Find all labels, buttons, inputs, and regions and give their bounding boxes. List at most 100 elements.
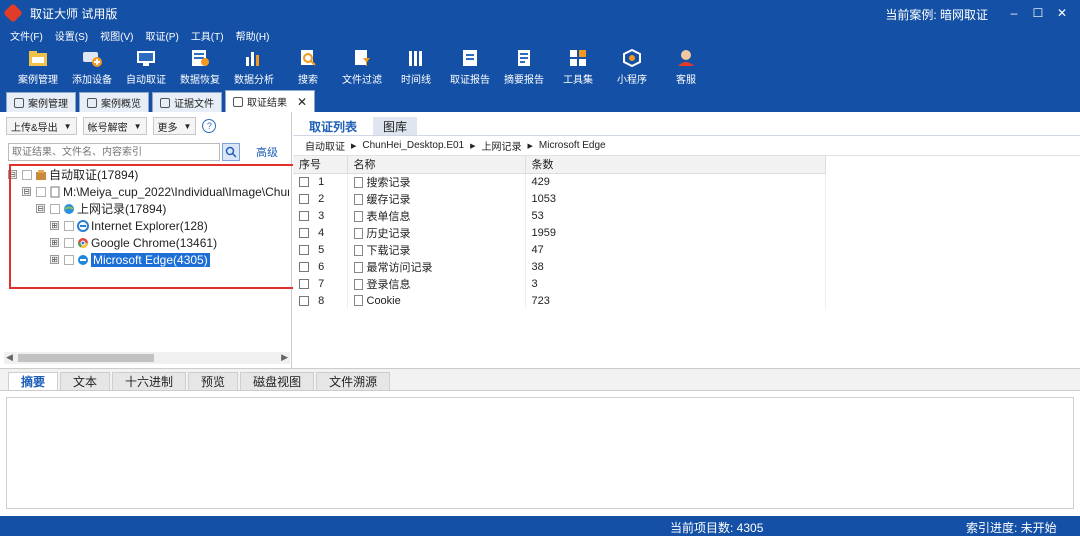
- tab-summary[interactable]: 摘要: [8, 372, 59, 390]
- table-row[interactable]: 7 登录信息 3: [293, 275, 826, 292]
- row-checkbox[interactable]: [299, 210, 309, 221]
- account-decrypt-dropdown[interactable]: 帐号解密 ▼: [82, 117, 147, 135]
- menu-view[interactable]: 视图(V): [100, 28, 133, 43]
- toolbar-file-filter-button[interactable]: 文件过滤: [336, 44, 388, 90]
- scroll-thumb[interactable]: [18, 354, 154, 362]
- column-header-index[interactable]: 序号: [293, 156, 348, 174]
- scroll-left-icon[interactable]: ◀: [6, 352, 13, 363]
- breadcrumb-arrow-icon: ▶: [527, 142, 533, 150]
- search-icon: [298, 48, 318, 68]
- status-item-count: 当前项目数: 4305: [670, 521, 764, 535]
- upload-export-dropdown[interactable]: 上传&导出 ▼: [6, 117, 77, 135]
- table-row[interactable]: 1 搜索记录 429: [293, 173, 826, 190]
- row-checkbox[interactable]: [299, 193, 309, 204]
- folder-icon: [28, 48, 48, 68]
- breadcrumb-item[interactable]: 上网记录: [482, 138, 522, 153]
- row-checkbox[interactable]: [299, 295, 309, 306]
- toolset-icon: [568, 48, 588, 68]
- column-header-name[interactable]: 名称: [347, 156, 526, 174]
- table-row[interactable]: 3 表单信息 53: [293, 207, 826, 224]
- breadcrumb-item[interactable]: 自动取证: [305, 138, 345, 153]
- menu-file[interactable]: 文件(F): [10, 28, 43, 43]
- window-controls: ‒ ☐ ✕: [1002, 3, 1074, 23]
- case-icon: [14, 97, 24, 108]
- table-row[interactable]: 4 历史记录 1959: [293, 224, 826, 241]
- menu-tools[interactable]: 工具(T): [191, 28, 224, 43]
- tab-preview[interactable]: 预览: [188, 372, 239, 390]
- table-row[interactable]: 6 最常访问记录 38: [293, 258, 826, 275]
- row-checkbox[interactable]: [299, 278, 309, 289]
- menu-bar: 文件(F) 设置(S) 视图(V) 取证(P) 工具(T) 帮助(H): [0, 26, 1080, 44]
- toolbar-summary-report-button[interactable]: 摘要报告: [498, 44, 550, 90]
- chevron-down-icon: ▼: [183, 121, 192, 131]
- detail-content: [6, 397, 1074, 509]
- breadcrumb-item[interactable]: Microsoft Edge: [539, 140, 606, 151]
- data-analysis-icon: [244, 48, 264, 68]
- table-row[interactable]: 8 Cookie 723: [293, 292, 826, 309]
- results-table: 序号 名称 条数 1 搜索记录 429 2 缓存记录 1053 3 表单信息 53 4 历史记…: [293, 156, 826, 309]
- tab-evidence-files[interactable]: 证据文件: [152, 92, 222, 112]
- results-icon: [233, 96, 243, 107]
- table-row[interactable]: 5 下载记录 47: [293, 241, 826, 258]
- toolbar-timeline-button[interactable]: 时间线: [390, 44, 442, 90]
- document-icon: [353, 177, 363, 189]
- search-input[interactable]: [8, 143, 220, 161]
- document-icon: [353, 194, 363, 206]
- document-icon: [353, 245, 363, 257]
- close-button[interactable]: ✕: [1050, 3, 1074, 23]
- tab-text[interactable]: 文本: [60, 372, 111, 390]
- row-checkbox[interactable]: [299, 227, 309, 238]
- right-panel: 取证列表 图库 自动取证 ▶ ChunHei_Desktop.E01 ▶ 上网记…: [293, 112, 1080, 368]
- more-dropdown[interactable]: 更多 ▼: [152, 117, 197, 135]
- tab-forensics-results[interactable]: 取证结果 ✕: [225, 90, 316, 112]
- row-checkbox[interactable]: [299, 261, 309, 272]
- toolbar-data-recovery-button[interactable]: 数据恢复: [174, 44, 226, 90]
- help-icon[interactable]: ?: [202, 119, 217, 133]
- menu-forensics[interactable]: 取证(P): [145, 28, 178, 43]
- toolbar-customer-service-button[interactable]: 客服: [660, 44, 712, 90]
- toolbar-add-device-button[interactable]: 添加设备: [66, 44, 118, 90]
- menu-settings[interactable]: 设置(S): [55, 28, 88, 43]
- toolbar-case-management-button[interactable]: 案例管理: [12, 44, 64, 90]
- tab-hex[interactable]: 十六进制: [112, 372, 187, 390]
- title-bar: 取证大师 试用版 当前案例: 暗网取证 ‒ ☐ ✕: [0, 0, 1080, 26]
- breadcrumb-item[interactable]: ChunHei_Desktop.E01: [362, 140, 464, 151]
- tab-case-overview[interactable]: 案例概览: [79, 92, 149, 112]
- table-row[interactable]: 2 缓存记录 1053: [293, 190, 826, 207]
- toolbar-miniapp-button[interactable]: 小程序: [606, 44, 658, 90]
- chevron-down-icon: ▼: [133, 121, 142, 131]
- document-icon: [353, 279, 363, 291]
- search-button[interactable]: [222, 143, 240, 161]
- tab-case-management[interactable]: 案例管理: [6, 92, 76, 112]
- search-icon: [225, 146, 237, 158]
- scroll-right-icon[interactable]: ▶: [281, 352, 288, 363]
- toolbar-data-analysis-button[interactable]: 数据分析: [228, 44, 280, 90]
- file-filter-icon: [352, 48, 372, 68]
- close-tab-icon[interactable]: ✕: [297, 95, 307, 109]
- toolbar-auto-forensics-button[interactable]: 自动取证: [120, 44, 172, 90]
- auto-forensics-icon: [136, 48, 156, 68]
- toolbar-search-button[interactable]: 搜索: [282, 44, 334, 90]
- row-checkbox[interactable]: [299, 176, 309, 187]
- timeline-icon: [406, 48, 426, 68]
- document-icon: [353, 262, 363, 274]
- column-header-count[interactable]: 条数: [525, 156, 826, 174]
- advanced-search-link[interactable]: 高级: [256, 144, 278, 160]
- tree-horizontal-scrollbar[interactable]: ◀ ▶: [4, 352, 290, 364]
- row-checkbox[interactable]: [299, 244, 309, 255]
- summary-report-icon: [514, 48, 534, 68]
- document-tabs: 案例管理 案例概览 证据文件 取证结果 ✕: [0, 90, 1080, 112]
- tab-gallery[interactable]: 图库: [373, 117, 418, 135]
- document-icon: [353, 211, 363, 223]
- menu-help[interactable]: 帮助(H): [236, 28, 270, 43]
- data-recovery-icon: [190, 48, 210, 68]
- toolbar-toolset-button[interactable]: 工具集: [552, 44, 604, 90]
- tab-file-trace[interactable]: 文件溯源: [316, 372, 391, 390]
- breadcrumb-arrow-icon: ▶: [351, 142, 357, 150]
- minimize-button[interactable]: ‒: [1002, 3, 1026, 23]
- maximize-button[interactable]: ☐: [1026, 3, 1050, 23]
- tab-forensics-list[interactable]: 取证列表: [299, 117, 368, 135]
- table-header: 序号 名称 条数: [293, 156, 826, 174]
- toolbar-forensics-report-button[interactable]: 取证报告: [444, 44, 496, 90]
- tab-disk-view[interactable]: 磁盘视图: [240, 372, 315, 390]
